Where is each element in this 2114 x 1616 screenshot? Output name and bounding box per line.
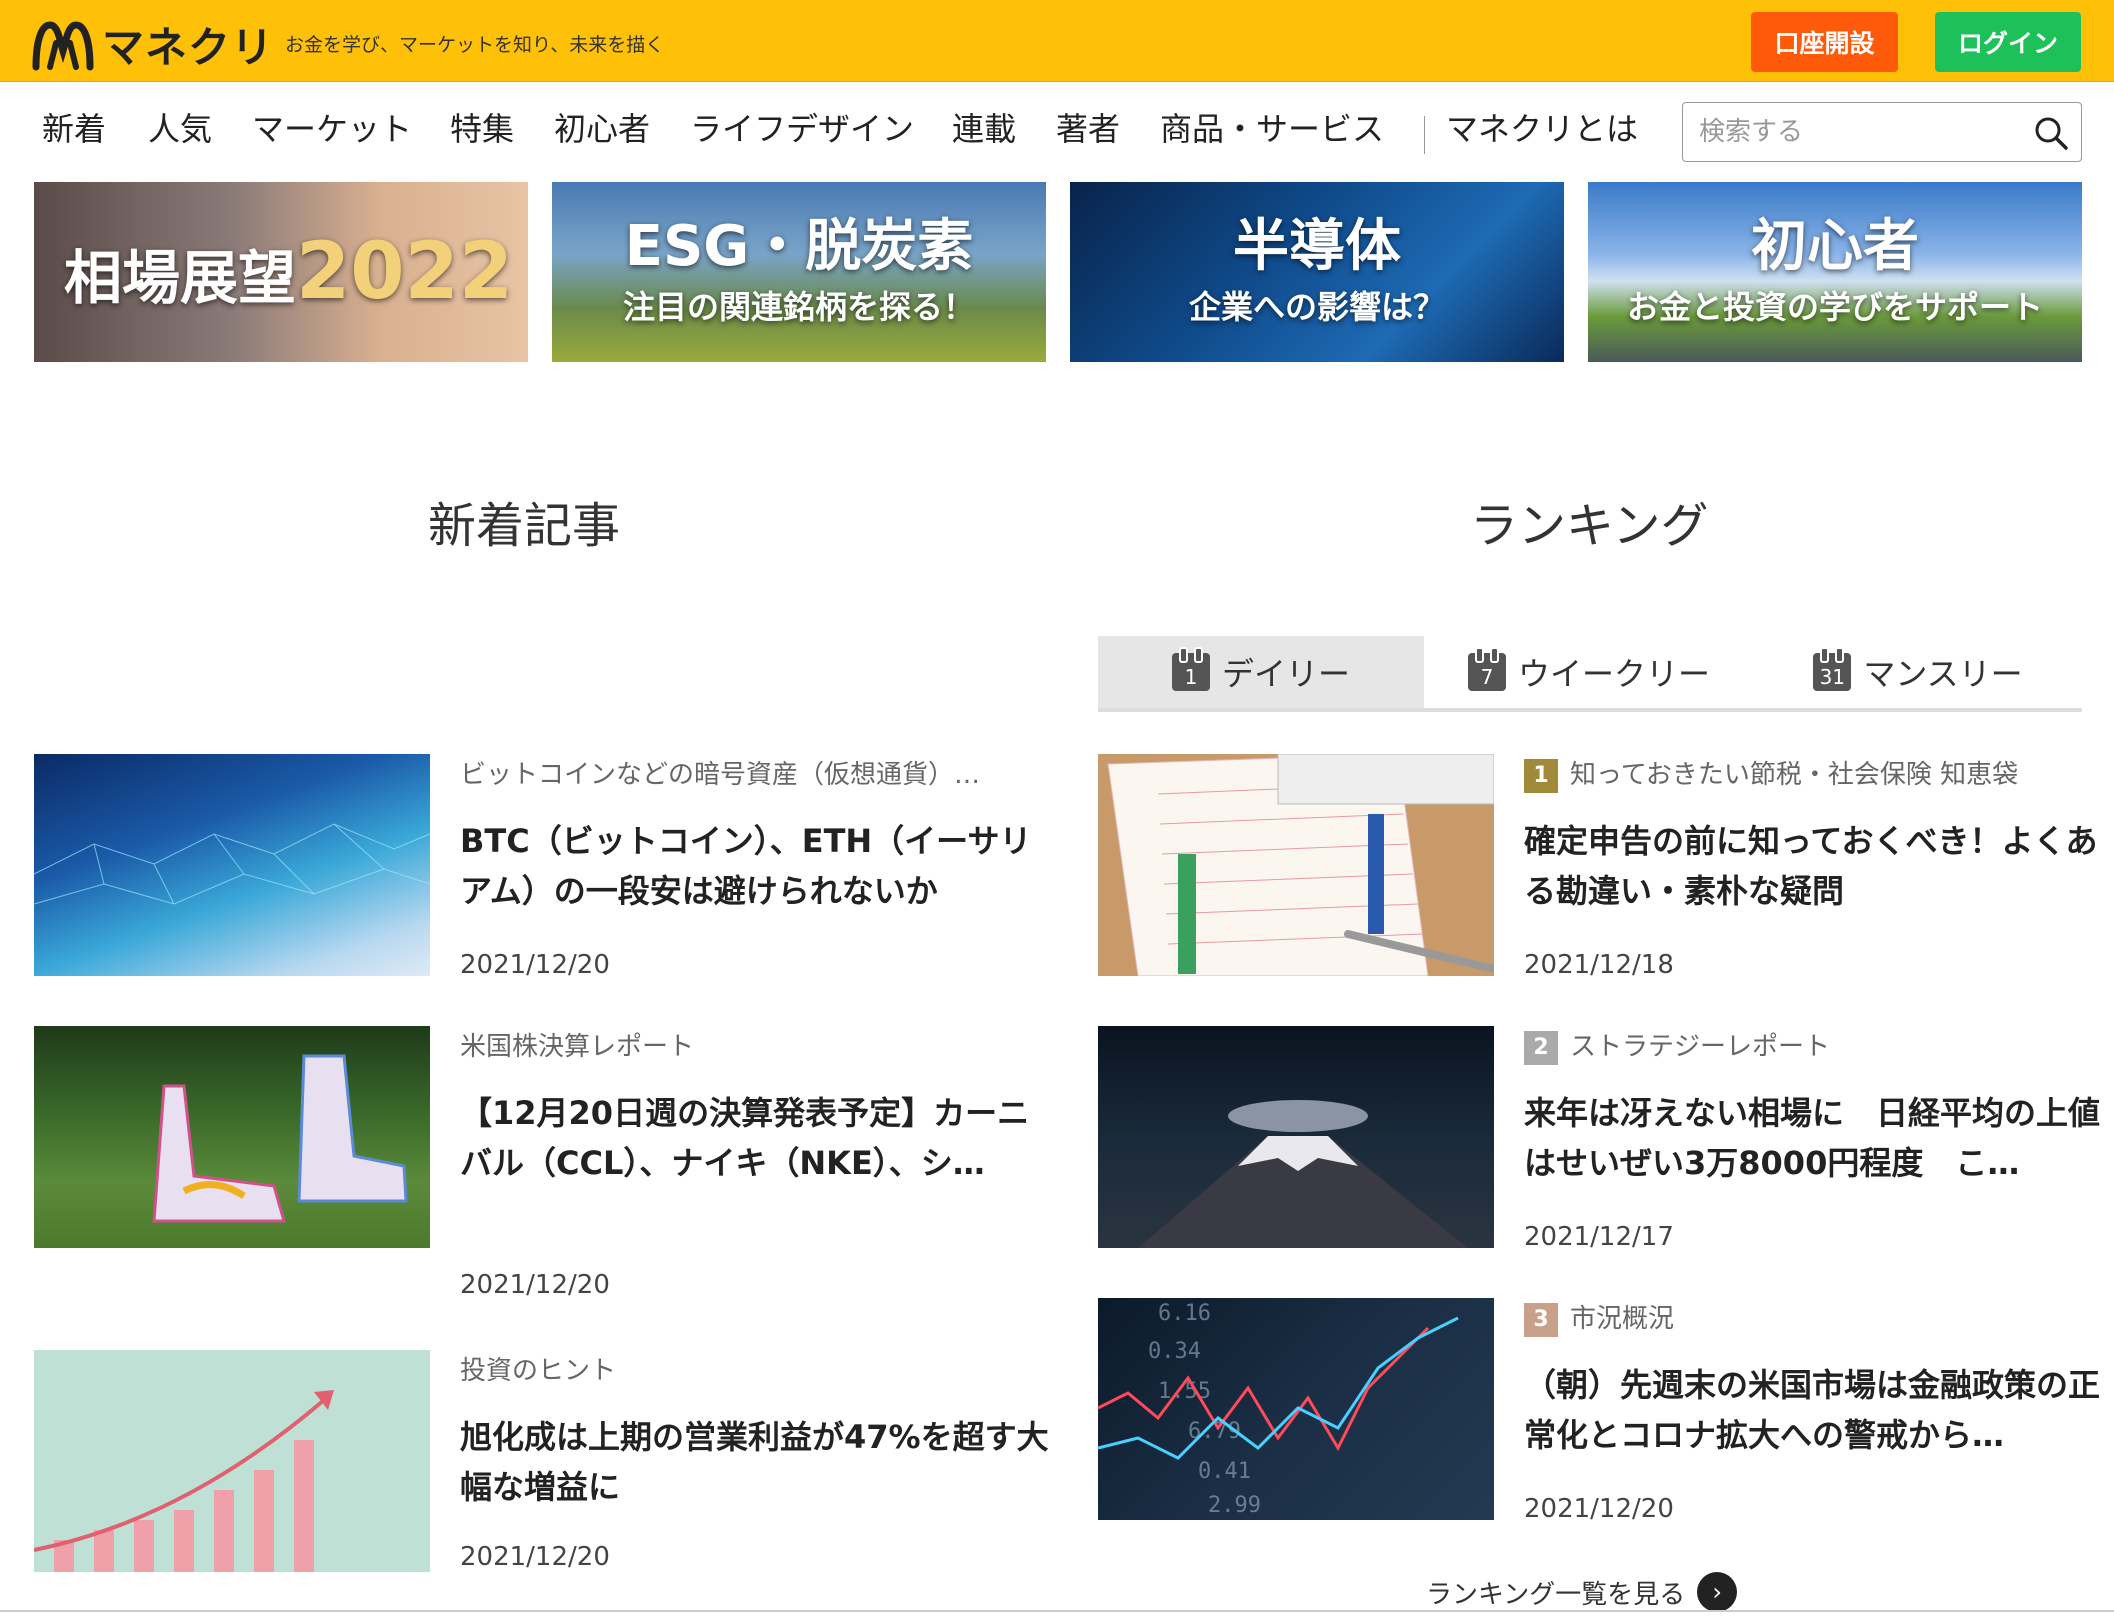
tagline: お金を学び、マーケットを知り、未来を描く (285, 34, 665, 56)
banner-subtitle: 注目の関連銘柄を探る！ (622, 287, 975, 326)
network-image (34, 823, 430, 905)
nav-item-beginner[interactable]: 初心者 (554, 104, 650, 150)
article-category[interactable]: 米国株決算レポート (460, 1026, 1056, 1063)
search-input[interactable] (1699, 117, 2019, 147)
tab-weekly[interactable]: 7 ウイークリー (1424, 636, 1754, 708)
ranking-tabs: 1 デイリー 7 ウイークリー 31 マンスリー (1098, 636, 2082, 712)
banner-beginner[interactable]: 初心者 お金と投資の学びをサポート (1588, 182, 2082, 362)
ranking-category[interactable]: 3 市況概況 (1524, 1298, 2114, 1337)
article-title[interactable]: （朝）先週末の米国市場は金融政策の正常化とコロナ拡大への警戒から… (1524, 1360, 2114, 1460)
ranking-card[interactable]: 6.16 0.34 1.55 6.79 0.41 2.99 3 市況概況 （朝）先週末の米… (1098, 1298, 2100, 1538)
site-logo[interactable]: マネクリ (32, 14, 274, 75)
article-thumbnail[interactable]: 6.16 0.34 1.55 6.79 0.41 2.99 (1098, 1298, 1494, 1520)
ranking-category-label: ストラテジーレポート (1570, 1032, 1831, 1062)
login-button[interactable]: ログイン (1935, 12, 2081, 72)
banner-title: 半導体 (1233, 214, 1401, 280)
tab-daily[interactable]: 1 デイリー (1098, 636, 1424, 708)
banner-subtitle: 企業への影響は？ (1188, 287, 1445, 326)
tab-label: ウイークリー (1517, 655, 1710, 693)
chevron-right-icon: › (1697, 1572, 1738, 1612)
nav-divider (1424, 116, 1425, 154)
ranking-category-label: 市況概況 (1570, 1304, 1675, 1334)
ranking-category[interactable]: 1 知っておきたい節税・社会保険 知恵袋 (1524, 754, 2114, 793)
svg-text:0.41: 0.41 (1198, 1459, 1251, 1484)
article-category[interactable]: ビットコインなどの暗号資産（仮想通貨）… (460, 754, 1056, 791)
article-thumbnail[interactable] (34, 1350, 430, 1572)
banner-title: ESG・脱炭素 (624, 214, 974, 280)
new-articles-heading: 新着記事 (428, 498, 621, 554)
nav-item-products[interactable]: 商品・サービス (1160, 104, 1384, 150)
article-date: 2021/12/18 (1524, 950, 1674, 980)
svg-text:0.34: 0.34 (1148, 1339, 1201, 1364)
nav-item-series[interactable]: 連載 (952, 104, 1016, 150)
banner-semiconductor[interactable]: 半導体 企業への影響は？ (1070, 182, 1564, 362)
nav-item-authors[interactable]: 著者 (1056, 104, 1120, 150)
calendar-icon: 7 (1467, 647, 1506, 691)
banner-esg[interactable]: ESG・脱炭素 注目の関連銘柄を探る！ (552, 182, 1046, 362)
article-title[interactable]: 確定申告の前に知っておくべき！よくある勘違い・素朴な疑問 (1524, 816, 2114, 916)
banner-title: 初心者 (1751, 214, 1919, 280)
tab-label: デイリー (1221, 655, 1350, 693)
ranking-card[interactable]: 2 ストラテジーレポート 来年は冴えない相場に 日経平均の上値はせいぜい3万800… (1098, 1026, 2100, 1266)
ranking-category[interactable]: 2 ストラテジーレポート (1524, 1026, 2114, 1065)
bottom-divider (0, 1610, 2114, 1612)
svg-text:6.16: 6.16 (1158, 1301, 1211, 1326)
article-thumbnail[interactable] (34, 1026, 430, 1248)
article-thumbnail[interactable] (34, 754, 430, 976)
ranking-card[interactable]: 1 知っておきたい節税・社会保険 知恵袋 確定申告の前に知っておくべき！よくある勘… (1098, 754, 2097, 994)
article-title[interactable]: 旭化成は上期の営業利益が47%を超す大幅な増益に (460, 1412, 1050, 1512)
nav-item-popular[interactable]: 人気 (148, 104, 212, 150)
logo-text: マネクリ (102, 23, 275, 72)
rank-badge: 1 (1524, 758, 1558, 793)
article-title[interactable]: 【12月20日週の決算発表予定】カーニバル（CCL）、ナイキ（NKE）、シ… (460, 1088, 1050, 1188)
rank-badge: 3 (1524, 1302, 1558, 1337)
header-bar: マネクリ お金を学び、マーケットを知り、未来を描く 口座開設 ログイン (0, 0, 2114, 82)
svg-text:2.99: 2.99 (1208, 1493, 1261, 1518)
ranking-heading: ランキング (1470, 498, 1709, 554)
search-icon[interactable] (2033, 115, 2069, 151)
tax-form-image (1098, 754, 1494, 976)
search-box[interactable] (1682, 102, 2082, 162)
ranking-more-link[interactable]: ランキング一覧を見る › (1426, 1572, 1738, 1612)
article-title[interactable]: BTC（ビットコイン）、ETH（イーサリアム）の一段安は避けられないか (460, 816, 1050, 916)
nav-item-market[interactable]: マーケット (252, 104, 412, 150)
article-title[interactable]: 来年は冴えない相場に 日経平均の上値はせいぜい3万8000円程度 こ… (1524, 1088, 2114, 1188)
mount-fuji-image (1138, 1100, 1468, 1248)
tab-label: マンスリー (1863, 655, 2023, 693)
calendar-icon: 31 (1813, 647, 1852, 691)
article-thumbnail[interactable] (1098, 1026, 1494, 1248)
ranking-category-label: 知っておきたい節税・社会保険 知恵袋 (1570, 760, 2019, 790)
logo-icon (32, 20, 94, 70)
article-date: 2021/12/20 (460, 1270, 610, 1300)
ranking-more-label: ランキング一覧を見る (1426, 1579, 1686, 1610)
article-date: 2021/12/20 (460, 1542, 610, 1572)
article-card[interactable]: ビットコインなどの暗号資産（仮想通貨）… BTC（ビットコイン）、ETH（イーサ… (34, 754, 1032, 994)
article-thumbnail[interactable] (1098, 754, 1494, 976)
rank-badge: 2 (1524, 1030, 1558, 1065)
stock-chart-image: 6.160.341.55 6.790.412.99 (1098, 1301, 1459, 1518)
nav-item-about[interactable]: マネクリとは (1446, 104, 1638, 150)
open-account-button[interactable]: 口座開設 (1751, 12, 1898, 72)
calendar-icon: 1 (1171, 647, 1210, 691)
article-date: 2021/12/17 (1524, 1222, 1674, 1252)
tab-monthly[interactable]: 31 マンスリー (1754, 636, 2082, 708)
growth-chart-image (34, 1390, 334, 1572)
sneakers-image (152, 1054, 408, 1223)
nav-item-life-design[interactable]: ライフデザイン (690, 104, 914, 150)
nav-item-new[interactable]: 新着 (42, 104, 106, 150)
banner-title: 相場展望 (64, 244, 297, 312)
nav-item-features[interactable]: 特集 (450, 104, 514, 150)
article-category[interactable]: 投資のヒント (460, 1350, 1056, 1387)
article-card[interactable]: 米国株決算レポート 【12月20日週の決算発表予定】カーニバル（CCL）、ナイキ… (34, 1026, 1029, 1306)
article-date: 2021/12/20 (1524, 1494, 1674, 1524)
article-card[interactable]: 投資のヒント 旭化成は上期の営業利益が47%を超す大幅な増益に 2021/12/… (34, 1350, 1049, 1590)
article-date: 2021/12/20 (460, 950, 610, 980)
banner-year: 2022 (296, 227, 514, 317)
banner-subtitle: お金と投資の学びをサポート (1626, 287, 2043, 326)
banner-outlook-2022[interactable]: 相場展望2022 (34, 182, 528, 362)
